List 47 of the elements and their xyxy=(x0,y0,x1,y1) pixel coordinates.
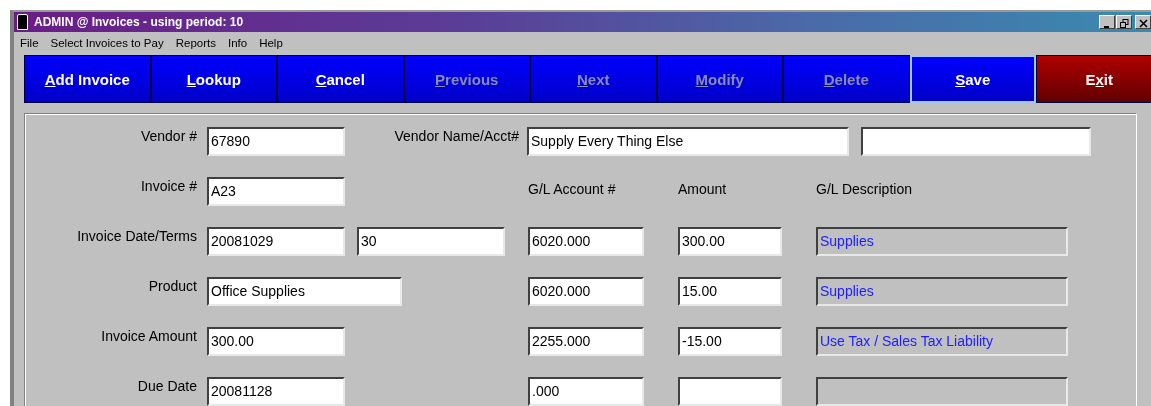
field-label: Invoice Date/Terms xyxy=(76,227,197,244)
window-title: ADMIN @ Invoices - using period: 10 xyxy=(34,15,244,29)
toolbar-button[interactable]: Cancel xyxy=(277,55,404,103)
field-label: Product xyxy=(147,277,197,294)
input-field[interactable]: 20081128 xyxy=(207,377,345,406)
field-label: Due Date xyxy=(136,377,197,394)
toolbar-button[interactable]: Exit xyxy=(1036,55,1151,103)
field-label: Vendor Name/Acct# xyxy=(393,127,519,144)
input-field[interactable] xyxy=(678,377,782,406)
menu-item[interactable]: File xyxy=(20,37,45,49)
column-header: G/L Description xyxy=(816,180,912,197)
input-field[interactable]: Supply Every Thing Else xyxy=(527,127,849,156)
toolbar-button[interactable]: Save xyxy=(909,55,1036,103)
input-field[interactable]: -15.00 xyxy=(678,327,782,356)
input-field[interactable] xyxy=(861,127,1091,156)
column-header: G/L Account # xyxy=(528,180,617,197)
toolbar-button[interactable]: Add Invoice xyxy=(24,55,151,103)
close-button[interactable] xyxy=(1135,15,1151,29)
input-field[interactable]: 20081029 xyxy=(207,227,345,256)
input-field: Supplies xyxy=(816,277,1068,306)
close-icon xyxy=(1138,19,1148,28)
minimize-button[interactable] xyxy=(1099,15,1115,29)
input-field[interactable]: 6020.000 xyxy=(528,227,644,256)
toolbar-button[interactable]: Lookup xyxy=(150,55,277,103)
menu-item[interactable]: Reports xyxy=(175,37,222,49)
menu-item[interactable]: Select Invoices to Pay xyxy=(50,37,170,49)
input-field: Supplies xyxy=(816,227,1068,256)
restore-icon xyxy=(1119,19,1129,28)
input-field[interactable]: 300.00 xyxy=(678,227,782,256)
restore-button[interactable] xyxy=(1116,15,1132,29)
input-field[interactable]: A23 xyxy=(207,177,345,206)
input-field[interactable]: 2255.000 xyxy=(528,327,644,356)
menu-item[interactable]: Help xyxy=(259,37,289,49)
input-field[interactable]: .000 xyxy=(528,377,644,406)
input-field[interactable]: 300.00 xyxy=(207,327,345,356)
field-label: Invoice # xyxy=(139,177,197,194)
input-field[interactable]: 6020.000 xyxy=(528,277,644,306)
field-label: Invoice Amount xyxy=(100,327,197,344)
column-header: Amount xyxy=(678,180,728,197)
window-icon xyxy=(17,14,28,30)
input-field[interactable]: 67890 xyxy=(207,127,345,156)
input-field[interactable]: 30 xyxy=(357,227,505,256)
input-field[interactable]: 15.00 xyxy=(678,277,782,306)
input-field[interactable]: Office Supplies xyxy=(207,277,402,306)
menu-item[interactable]: Info xyxy=(227,37,254,49)
field-label: Vendor # xyxy=(139,127,197,144)
input-field: Use Tax / Sales Tax Liability xyxy=(816,327,1068,356)
